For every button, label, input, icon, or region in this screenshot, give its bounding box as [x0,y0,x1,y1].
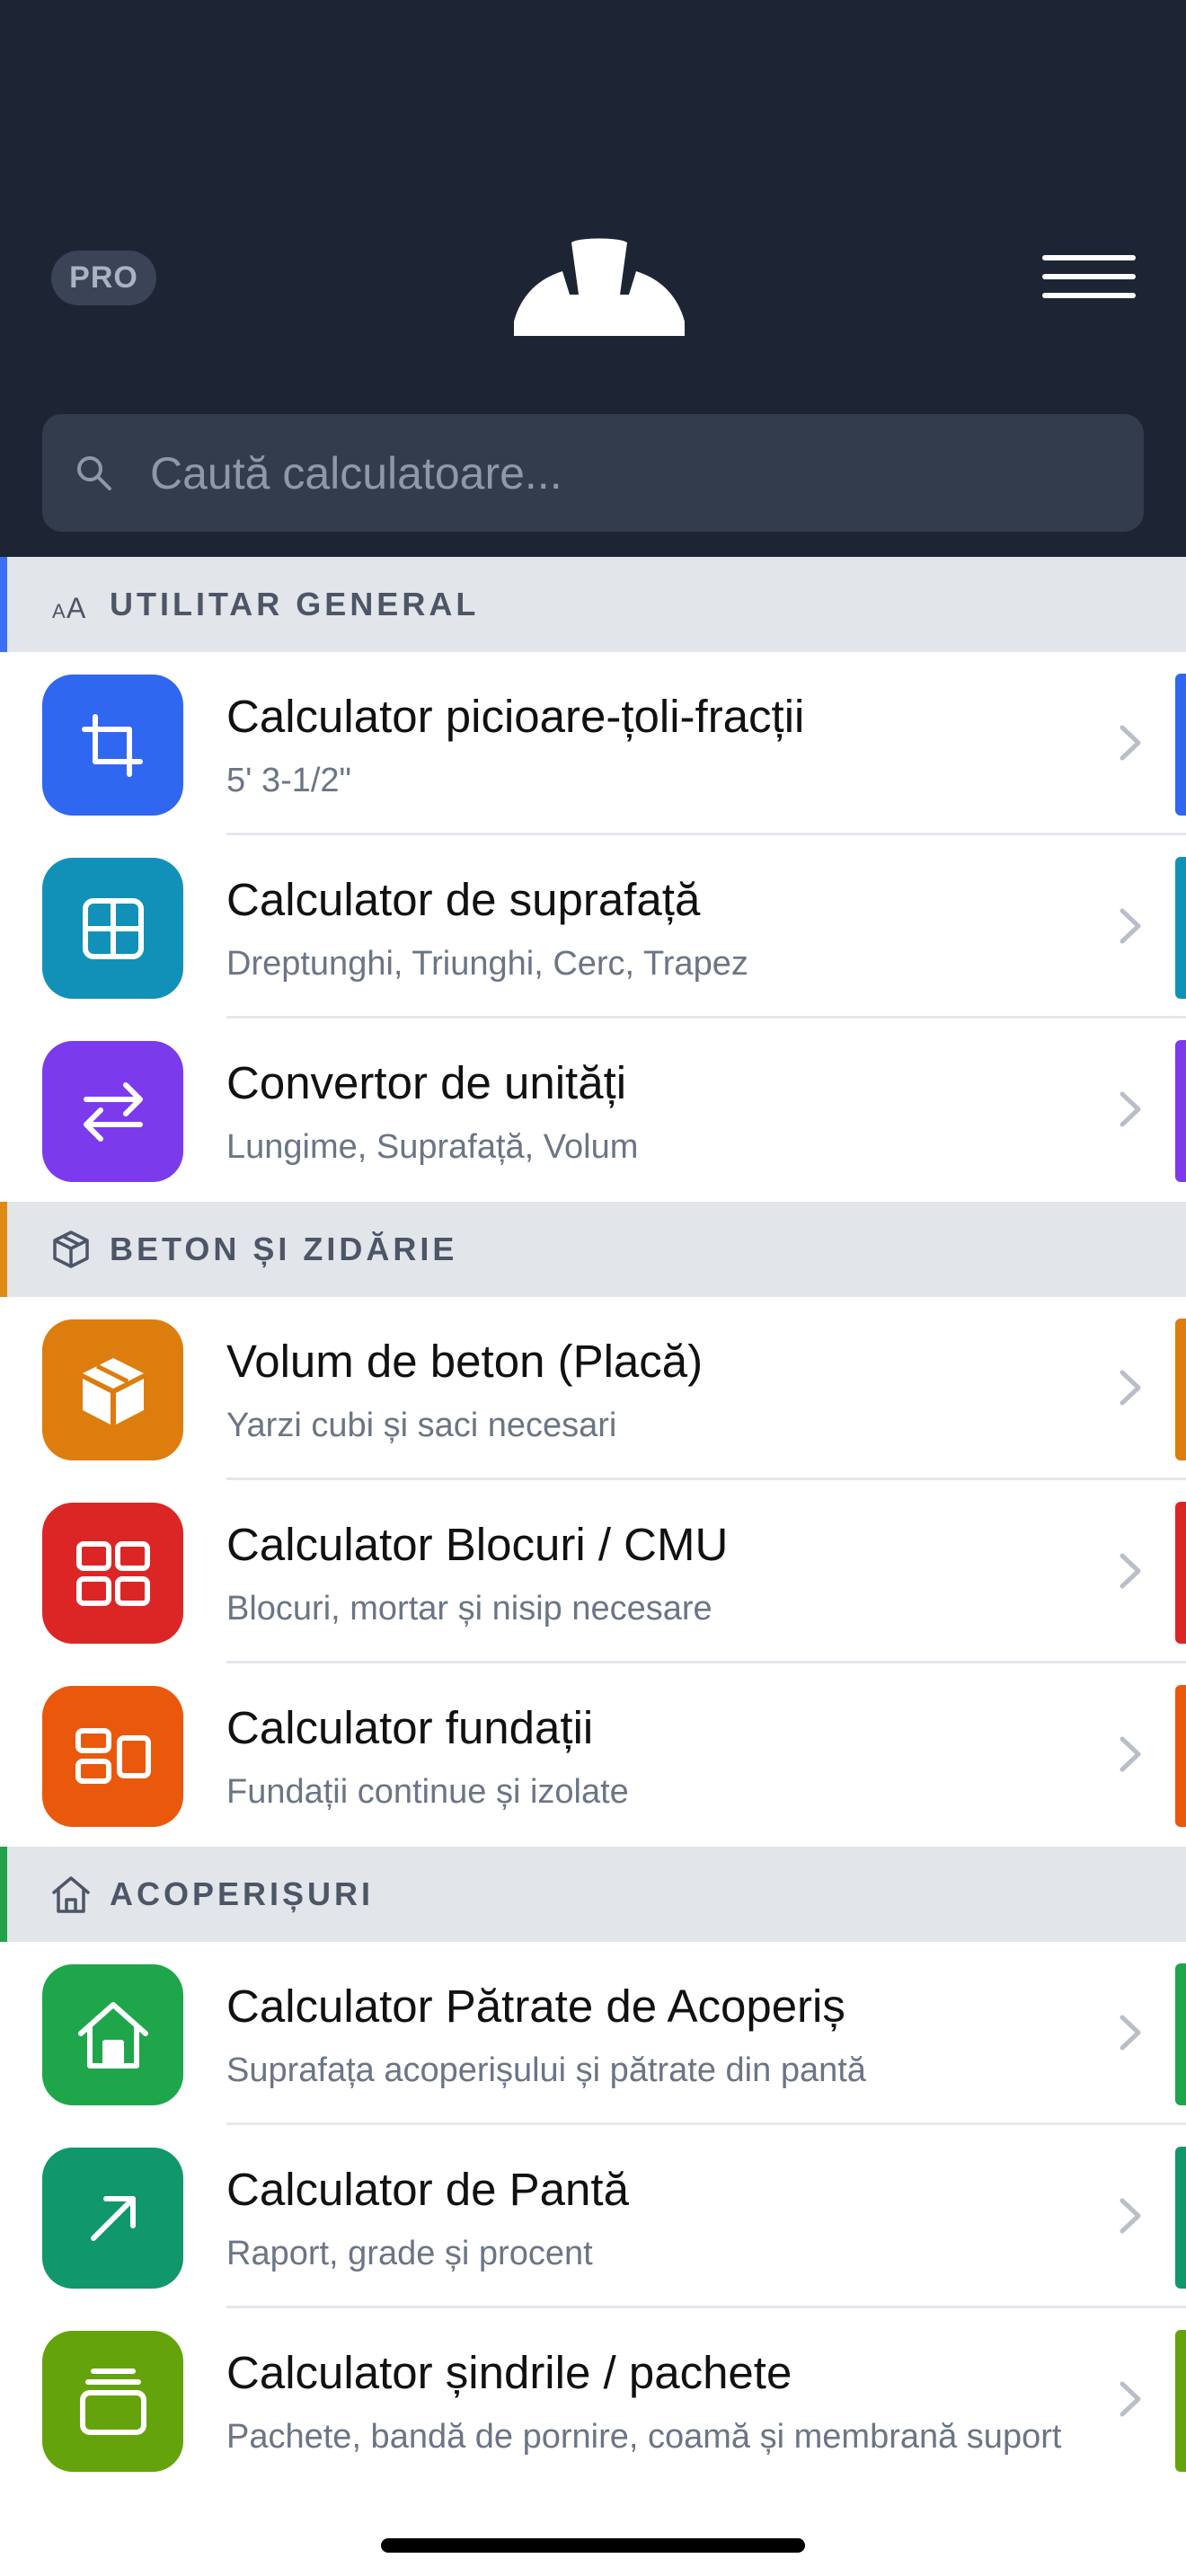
item-title: Calculator de Pantă [226,2164,629,2215]
list-item-pitch-calculator[interactable]: Calculator de Pantă Raport, grade și pro… [0,2125,1186,2308]
section-accent-bar [0,1202,7,1297]
swap-arrows-icon [42,1041,183,1182]
search-bar[interactable] [42,414,1144,532]
row-accent-bar [1175,857,1186,999]
crop-icon [42,675,183,816]
chevron-right-icon [1120,1370,1141,1406]
item-title: Calculator Pătrate de Acoperiș [226,1981,845,2032]
section-header-roofing: ACOPERIȘURI [0,1847,1186,1942]
row-accent-bar [1175,1685,1186,1827]
chevron-right-icon [1120,2381,1141,2417]
hard-hat-logo-icon [514,238,685,336]
section-header-general-utility: A A UTILITAR GENERAL [0,557,1186,652]
item-title: Calculator fundații [226,1702,594,1753]
arrow-up-right-icon [42,2148,183,2289]
foundation-icon [42,1686,183,1827]
text-size-icon: A A [52,592,86,624]
list-item-concrete-volume[interactable]: Volum de beton (Placă) Yarzi cubi și sac… [0,1297,1186,1480]
section-title: BETON ȘI ZIDĂRIE [110,1231,458,1267]
item-title: Convertor de unități [226,1057,627,1108]
list-item-shingles-bundles[interactable]: Calculator șindrile / pachete Pachete, b… [0,2308,1186,2492]
list-item-unit-converter[interactable]: Convertor de unități Lungime, Suprafață,… [0,1019,1186,1202]
item-subtitle: Lungime, Suprafață, Volum [226,1128,639,1166]
svg-text:A: A [52,600,66,622]
blocks-icon [42,1503,183,1644]
section-accent-bar [0,1847,7,1942]
list-item-roof-squares[interactable]: Calculator Pătrate de Acoperiș Suprafața… [0,1942,1186,2125]
row-accent-bar [1175,2147,1186,2289]
chevron-right-icon [1120,1553,1141,1589]
svg-text:A: A [66,592,86,624]
item-subtitle: 5' 3-1/2" [226,762,352,799]
row-accent-bar [1175,1319,1186,1460]
row-accent-bar [1175,674,1186,816]
box-icon [53,1231,89,1268]
list-item-area-calculator[interactable]: Calculator de suprafață Dreptunghi, Triu… [0,835,1186,1019]
chevron-right-icon [1120,908,1141,944]
chevron-right-icon [1120,2198,1141,2234]
app-header: PRO [0,0,1186,557]
item-subtitle: Pachete, bandă de pornire, coamă și memb… [226,2418,1062,2456]
screen: PRO A A UTILITAR GENERAL [0,0,1186,2576]
grid-square-icon [42,858,183,999]
item-title: Calculator picioare-țoli-fracții [226,691,805,742]
item-subtitle: Yarzi cubi și saci necesari [226,1407,617,1444]
item-subtitle: Fundații continue și izolate [226,1773,629,1811]
chevron-right-icon [1120,725,1141,761]
chevron-right-icon [1120,2015,1141,2051]
item-subtitle: Dreptunghi, Triunghi, Cerc, Trapez [226,945,748,983]
pro-badge[interactable]: PRO [51,251,156,305]
house-outline-icon [52,1876,90,1913]
stack-icon [42,2331,183,2472]
item-subtitle: Raport, grade și procent [226,2235,593,2272]
chevron-right-icon [1120,1736,1141,1772]
list-item-blocks-cmu[interactable]: Calculator Blocuri / CMU Blocuri, mortar… [0,1480,1186,1663]
list-item-foundation-calculator[interactable]: Calculator fundații Fundații continue și… [0,1663,1186,1847]
row-accent-bar [1175,2330,1186,2472]
section-header-concrete-masonry: BETON ȘI ZIDĂRIE [0,1202,1186,1297]
home-indicator[interactable] [381,2538,805,2553]
section-title: UTILITAR GENERAL [110,586,480,622]
section-title: ACOPERIȘURI [110,1875,375,1912]
row-accent-bar [1175,1040,1186,1182]
item-subtitle: Blocuri, mortar și nisip necesare [226,1590,712,1628]
item-title: Volum de beton (Placă) [226,1336,704,1387]
search-icon [77,456,111,490]
item-title: Calculator Blocuri / CMU [226,1519,729,1570]
section-accent-bar [0,557,7,652]
search-input[interactable] [150,414,1120,532]
item-title: Calculator de suprafață [226,874,701,925]
row-accent-bar [1175,1502,1186,1644]
chevron-right-icon [1120,1091,1141,1127]
item-subtitle: Suprafața acoperișului și pătrate din pa… [226,2051,866,2089]
cube-icon [42,1319,183,1460]
row-accent-bar [1175,1963,1186,2105]
house-icon [42,1964,183,2105]
item-title: Calculator șindrile / pachete [226,2347,792,2398]
list-item-feet-inches-calculator[interactable]: Calculator picioare-țoli-fracții 5' 3-1/… [0,652,1186,835]
hamburger-menu-icon[interactable] [1042,250,1136,304]
